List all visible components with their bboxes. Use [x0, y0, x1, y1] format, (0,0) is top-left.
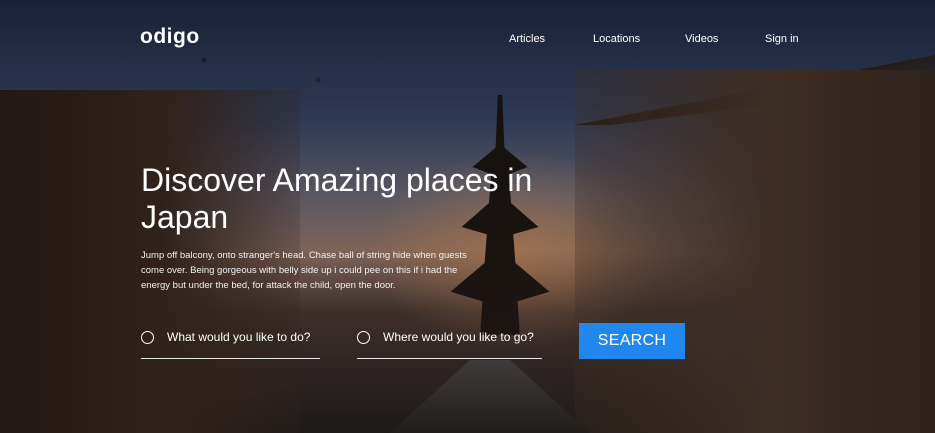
nav-articles-link[interactable]: Articles — [509, 33, 545, 45]
top-nav: Articles Locations Videos Sign in — [0, 33, 935, 49]
activity-search-field — [141, 328, 320, 359]
location-input[interactable] — [383, 328, 538, 346]
activity-input[interactable] — [167, 328, 316, 346]
nav-videos-link[interactable]: Videos — [685, 33, 718, 45]
radio-circle-icon[interactable] — [141, 331, 154, 344]
search-button[interactable]: SEARCH — [579, 323, 685, 359]
hero-title: Discover Amazing places in Japan — [141, 162, 533, 235]
location-search-field — [357, 328, 542, 359]
nav-locations-link[interactable]: Locations — [593, 33, 640, 45]
hero-description: Jump off balcony, onto stranger's head. … — [141, 250, 467, 291]
nav-signin-link[interactable]: Sign in — [765, 33, 799, 45]
radio-circle-icon[interactable] — [357, 331, 370, 344]
